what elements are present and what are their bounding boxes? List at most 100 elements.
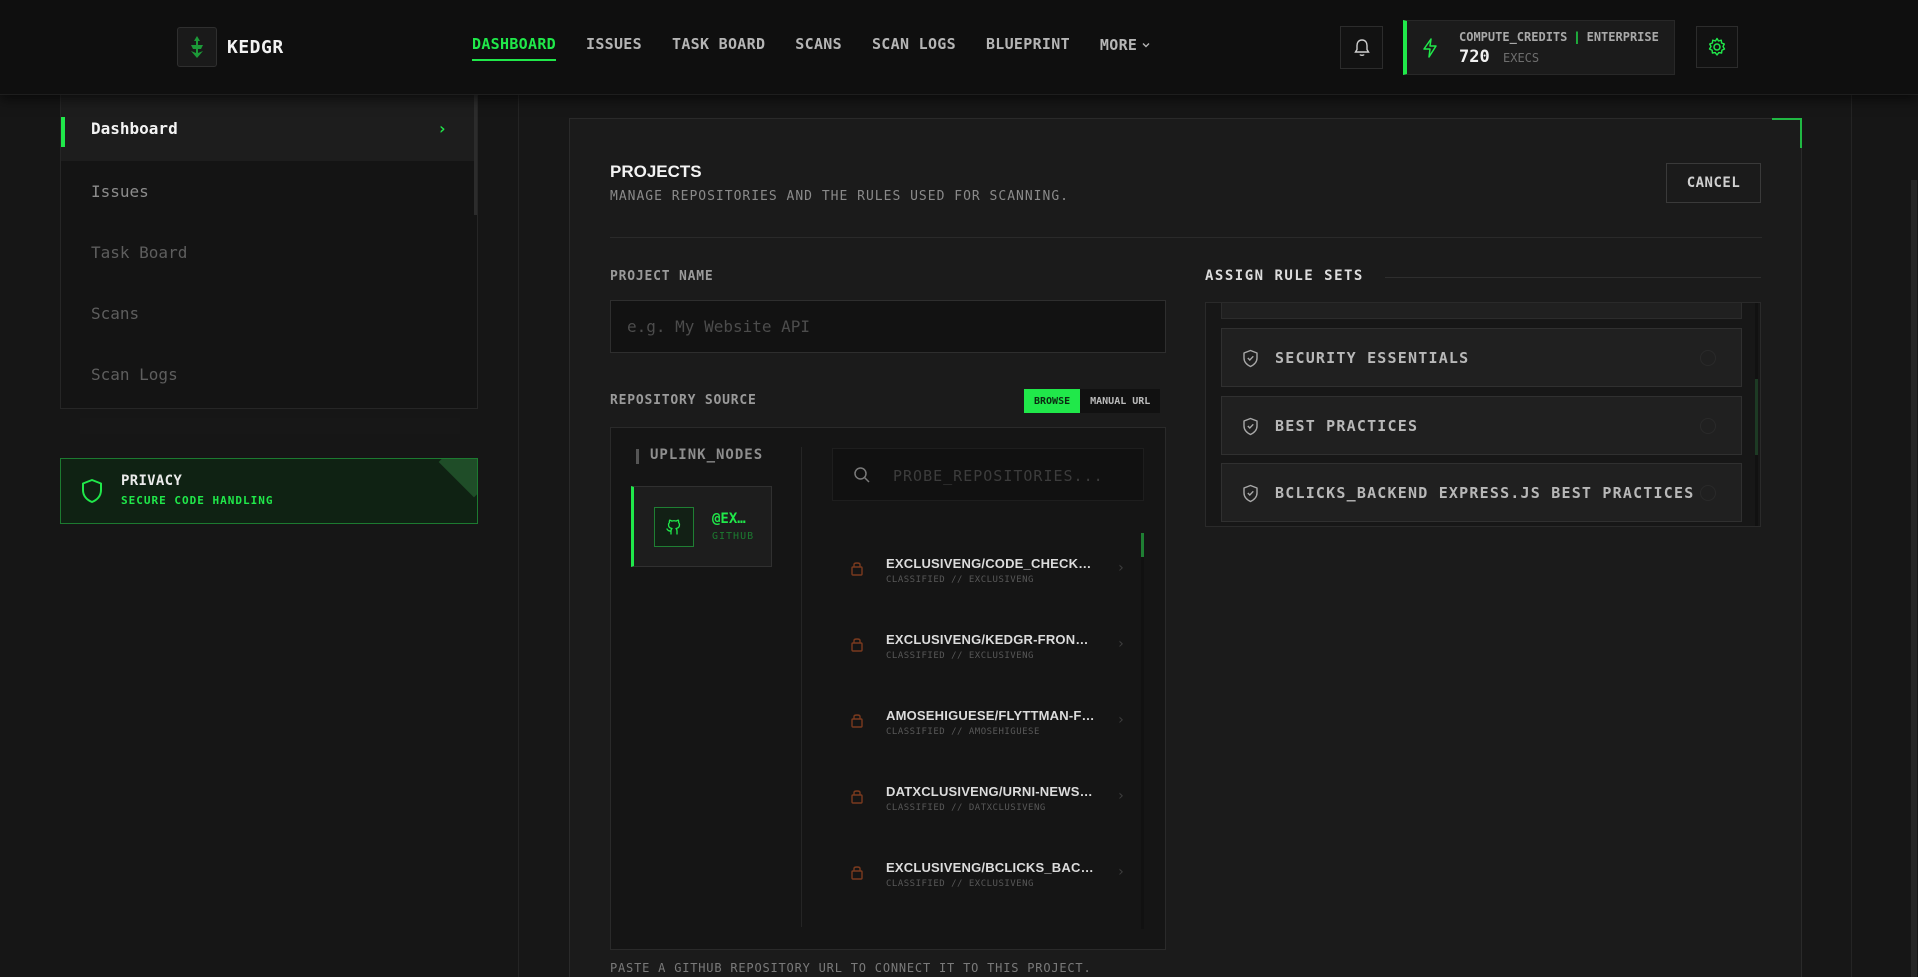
sidebar-item-label: Dashboard (91, 118, 178, 138)
repo-meta: CLASSIFIED // EXCLUSIVENG (886, 575, 1034, 585)
chevron-down-icon (1142, 43, 1150, 48)
rule-set-item-partial[interactable] (1221, 303, 1742, 319)
lock-icon (851, 790, 863, 804)
github-icon (654, 507, 694, 547)
repo-list-item[interactable]: EXCLUSIVENG/BCLICKS_BACK… CLASSIFIED // … (850, 854, 1125, 904)
credits-separator: | (1573, 30, 1581, 44)
rule-sets-scrollbar[interactable] (1755, 303, 1758, 526)
page-title: PROJECTS (610, 162, 702, 181)
project-name-input[interactable] (610, 300, 1166, 353)
chevron-right-icon: › (437, 118, 447, 138)
lock-icon (851, 562, 863, 576)
shield-icon (82, 479, 102, 503)
compute-credits-panel: COMPUTE_CREDITS | ENTERPRISE 720 EXECS (1403, 20, 1675, 75)
cancel-button[interactable]: CANCEL (1666, 163, 1761, 203)
chevron-right-icon: › (1116, 560, 1125, 576)
uplink-marker (636, 449, 639, 464)
rule-set-label: BCLICKS_BACKEND EXPRESS.JS BEST PRACTICE… (1275, 484, 1695, 502)
rule-set-item[interactable]: BEST PRACTICES (1221, 396, 1742, 455)
credits-header: COMPUTE_CREDITS | ENTERPRISE (1459, 30, 1659, 44)
privacy-subtitle: SECURE CODE HANDLING (121, 494, 274, 507)
shield-check-icon (1243, 417, 1258, 436)
nav-dashboard[interactable]: DASHBOARD (472, 35, 556, 61)
manual-url-toggle[interactable]: MANUAL URL (1080, 389, 1161, 413)
repo-meta: CLASSIFIED // EXCLUSIVENG (886, 651, 1034, 661)
privacy-title: PRIVACY (121, 473, 183, 489)
repo-list-item[interactable]: DATXCLUSIVENG/URNI-NEWSL… CLASSIFIED // … (850, 778, 1125, 828)
uplink-nodes-title: UPLINK_NODES (650, 447, 764, 463)
repo-name: AMOSEHIGUESE/FLYTTMAN-FR… (886, 708, 1096, 723)
settings-button[interactable] (1696, 26, 1738, 68)
divider (610, 237, 1762, 238)
chevron-right-icon: › (1116, 864, 1125, 880)
rule-sets-divider (1385, 277, 1761, 278)
rule-set-item[interactable]: SECURITY ESSENTIALS (1221, 328, 1742, 387)
sidebar-item-dashboard[interactable]: Dashboard › (61, 95, 477, 161)
sidebar-item-label: Scan Logs (91, 365, 178, 384)
nav-issues[interactable]: ISSUES (586, 35, 642, 61)
repo-name: EXCLUSIVENG/KEDGR-FRONTE… (886, 632, 1096, 647)
repo-list-item[interactable]: EXCLUSIVENG/CODE_CHECKER CLASSIFIED // E… (850, 550, 1125, 600)
sidebar-item-label: Task Board (91, 243, 188, 262)
browse-toggle[interactable]: BROWSE (1024, 389, 1081, 413)
notifications-button[interactable] (1340, 26, 1383, 69)
privacy-badge: PRIVACY SECURE CODE HANDLING (60, 458, 478, 524)
rule-set-label: SECURITY ESSENTIALS (1275, 349, 1470, 367)
credits-label: COMPUTE_CREDITS (1459, 30, 1568, 44)
column-divider (801, 447, 802, 927)
logo-icon[interactable] (177, 27, 217, 67)
nav-task-board[interactable]: TASK BOARD (672, 35, 765, 61)
lock-icon (851, 866, 863, 880)
node-provider: GITHUB (712, 531, 755, 542)
credits-value: 720 (1459, 47, 1490, 67)
repo-meta: CLASSIFIED // EXCLUSIVENG (886, 879, 1034, 889)
top-bar: KEDGR DASHBOARD ISSUES TASK BOARD SCANS … (0, 0, 1918, 95)
repo-name: EXCLUSIVENG/CODE_CHECKER (886, 556, 1096, 571)
node-name: @EX… (712, 511, 746, 527)
chevron-right-icon: › (1116, 636, 1125, 652)
lock-icon (851, 638, 863, 652)
shield-check-icon (1243, 349, 1258, 368)
sidebar-item-issues[interactable]: Issues (61, 161, 477, 222)
page-scrollbar[interactable] (1911, 180, 1917, 977)
uplink-node[interactable]: @EX… GITHUB (631, 486, 772, 567)
repo-meta: CLASSIFIED // DATXCLUSIVENG (886, 803, 1046, 813)
scrollbar-thumb[interactable] (1141, 533, 1144, 557)
repo-list-scrollbar[interactable] (1141, 533, 1144, 929)
rule-set-checkbox[interactable] (1700, 418, 1716, 434)
sidebar-item-scan-logs[interactable]: Scan Logs (61, 344, 477, 405)
project-name-label: PROJECT NAME (610, 269, 714, 284)
sidebar-item-scans[interactable]: Scans (61, 283, 477, 344)
repo-name: DATXCLUSIVENG/URNI-NEWSL… (886, 784, 1096, 799)
bell-icon (1353, 38, 1370, 56)
rule-sets-title: ASSIGN RULE SETS (1205, 268, 1364, 284)
repo-name: EXCLUSIVENG/BCLICKS_BACK… (886, 860, 1096, 875)
footer-note: PASTE A GITHUB REPOSITORY URL TO CONNECT… (610, 961, 1092, 975)
rule-set-checkbox[interactable] (1700, 485, 1716, 501)
sidebar: Dashboard › Issues Task Board Scans Scan… (60, 95, 478, 409)
page-subtitle: MANAGE REPOSITORIES AND THE RULES USED F… (610, 189, 1069, 204)
rule-set-item[interactable]: BCLICKS_BACKEND EXPRESS.JS BEST PRACTICE… (1221, 463, 1742, 522)
app-name[interactable]: KEDGR (227, 37, 284, 58)
scrollbar-thumb[interactable] (1755, 379, 1758, 455)
nav-more[interactable]: MORE (1100, 35, 1151, 61)
search-input[interactable] (893, 463, 1133, 489)
repo-list-item[interactable]: EXCLUSIVENG/KEDGR-FRONTE… CLASSIFIED // … (850, 626, 1125, 676)
repository-search (832, 448, 1144, 501)
search-icon (854, 467, 870, 483)
nav-scans[interactable]: SCANS (795, 35, 842, 61)
sidebar-scrollbar[interactable] (474, 95, 477, 215)
repo-meta: CLASSIFIED // AMOSEHIGUESE (886, 727, 1040, 737)
credits-unit: EXECS (1503, 51, 1540, 65)
rule-set-checkbox[interactable] (1700, 350, 1716, 366)
sidebar-item-task-board[interactable]: Task Board (61, 222, 477, 283)
repo-list-item[interactable]: AMOSEHIGUESE/FLYTTMAN-FR… CLASSIFIED // … (850, 702, 1125, 752)
rule-set-label: BEST PRACTICES (1275, 417, 1419, 435)
main-nav: DASHBOARD ISSUES TASK BOARD SCANS SCAN L… (472, 35, 1151, 61)
nav-scan-logs[interactable]: SCAN LOGS (872, 35, 956, 61)
shield-check-icon (1243, 484, 1258, 503)
repository-source-label: REPOSITORY SOURCE (610, 393, 757, 408)
source-toggle: BROWSE MANUAL URL (1024, 389, 1161, 413)
nav-more-label: MORE (1099, 36, 1138, 54)
nav-blueprint[interactable]: BLUEPRINT (986, 35, 1070, 61)
